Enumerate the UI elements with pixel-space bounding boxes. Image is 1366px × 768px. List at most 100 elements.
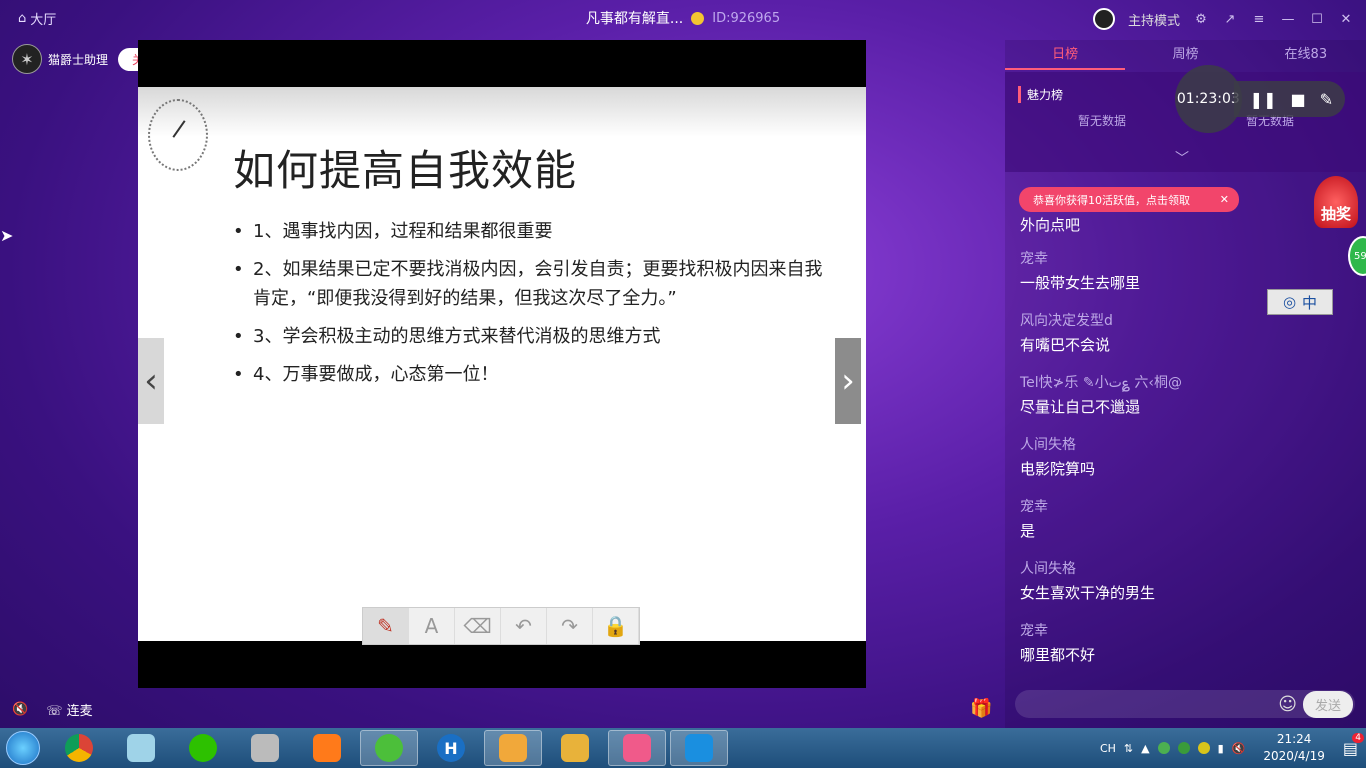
windows-logo-icon (6, 731, 40, 765)
ime-indicator[interactable]: ◎ 中 (1267, 289, 1333, 315)
slide-title: 如何提高自我效能 (233, 146, 578, 195)
chat-user[interactable]: 人间失格 (1020, 558, 1340, 582)
taskbar-chrome[interactable] (50, 730, 108, 766)
chat-text: 哪里都不好 (1020, 646, 1096, 664)
clock-date: 2020/4/19 (1263, 749, 1325, 763)
share-icon[interactable]: ↗ (1222, 12, 1238, 27)
phone-icon: ☏ (46, 704, 63, 719)
settings-icon[interactable]: ⚙ (1193, 12, 1209, 27)
undo-icon[interactable]: ↶ (501, 608, 547, 644)
next-slide-button[interactable]: › (835, 338, 861, 424)
notification-icon[interactable]: ▤ 4 (1343, 732, 1364, 758)
chat-message: 人间失格女生喜欢干净的男生 (1020, 558, 1340, 620)
chrome-icon (65, 734, 93, 762)
chat-user[interactable]: 宠幸 (1020, 496, 1340, 520)
tab-daily[interactable]: 日榜 (1005, 40, 1126, 70)
coin-icon (691, 11, 705, 25)
chat-input[interactable]: ☺ 发送 (1015, 690, 1355, 718)
text-tool-icon[interactable]: A (409, 608, 455, 644)
record-timer: 01:23:03 (1175, 65, 1242, 133)
speaker-mute-icon[interactable]: 🔇 (12, 702, 28, 717)
chevron-down-icon[interactable]: ﹀ (1175, 148, 1189, 168)
shield-icon[interactable] (1177, 742, 1190, 754)
stop-icon[interactable]: ■ (1290, 90, 1305, 109)
taskbar-app-green[interactable] (360, 730, 418, 766)
rank-label: 魅力榜 (1018, 86, 1063, 103)
chat-user[interactable]: 人间失格 (1020, 434, 1340, 458)
taskbar-app-orange[interactable] (298, 730, 356, 766)
room-title: 凡事都有解直... (585, 11, 684, 27)
avatar-app-icon (499, 734, 527, 762)
start-button[interactable] (0, 728, 46, 768)
mode-label[interactable]: 主持模式 (1128, 10, 1180, 29)
chat-message: 人间失格 电影院算吗 (1020, 434, 1340, 496)
emoji-icon[interactable]: ☺ (1278, 694, 1297, 715)
camera-icon (251, 734, 279, 762)
brush-icon[interactable]: ✎ (363, 608, 409, 644)
chat-text: 电影院算吗 (1020, 460, 1096, 478)
chat-message: 宠幸是 (1020, 496, 1340, 558)
app-green-icon (375, 734, 403, 762)
chat-list: 外向点吧 宠幸 一般带女生去哪里 风向决定发型d 有嘴巴不会说 Tel快≯乐 ✎小ت… (1020, 214, 1340, 682)
menu-icon[interactable]: ≡ (1251, 12, 1267, 27)
connect-mic-button[interactable]: ☏ 连麦 (46, 700, 92, 719)
chat-message: Tel快≯乐 ✎小ت؏ 六‹桐@ 尽量让自己不邋遢 (1020, 372, 1340, 434)
room-id: ID:926965 (712, 10, 781, 26)
tray-arrow-icon[interactable]: ▲ (1141, 742, 1149, 755)
no-data-text: 暂无数据 (1078, 114, 1127, 128)
slide-bullet: 3、学会积极主动的思维方式来替代消极的思维方式 (233, 322, 833, 351)
chat-text: 尽量让自己不邋遢 (1020, 398, 1141, 416)
send-button[interactable]: 发送 (1302, 690, 1353, 718)
chat-user[interactable]: 宠幸 (1020, 620, 1340, 644)
ime-label: 中 (1302, 293, 1318, 312)
slide-bullet: 2、如果结果已定不要找消极内因，会引发自责；更要找积极内因来自我肯定，“即便我没… (233, 255, 833, 313)
eraser-icon[interactable]: ⌫ (455, 608, 501, 644)
taskbar-app-video[interactable] (670, 730, 728, 766)
chevron-left-icon: ‹ (144, 361, 158, 401)
connect-label: 连麦 (66, 704, 93, 719)
lottery-button[interactable]: 抽奖 (1314, 176, 1358, 228)
notes-icon (127, 734, 155, 762)
lock-icon[interactable]: 🔒 (593, 608, 639, 644)
system-tray: CH ⇅ ▲ ▮ 🔇 21:24 2020/4/19 ▤ 4 (1100, 730, 1364, 766)
chevron-right-icon: › (841, 361, 855, 401)
chat-user[interactable]: 宠幸 (1020, 248, 1340, 272)
taskbar-app-avatar[interactable] (484, 730, 542, 766)
presentation-stage: 如何提高自我效能 1、遇事找内因，过程和结果都很重要 2、如果结果已定不要找消极… (138, 40, 866, 688)
taskbar-wechat[interactable] (174, 730, 232, 766)
pen-icon[interactable]: ✎ (1320, 90, 1333, 109)
chat-user[interactable]: Tel快≯乐 ✎小ت؏ 六‹桐@ (1020, 372, 1340, 396)
prev-slide-button[interactable]: ‹ (138, 338, 164, 424)
whiteboard-toolbar: ✎ A ⌫ ↶ ↷ 🔒 (362, 607, 640, 645)
close-icon[interactable]: ✕ (1338, 12, 1354, 27)
battery-icon[interactable]: ▮ (1218, 742, 1224, 755)
clock[interactable]: 21:24 2020/4/19 (1263, 731, 1325, 765)
chat-app-icon (623, 734, 651, 762)
taskbar-notes[interactable] (112, 730, 170, 766)
chat-message: 风向决定发型d 有嘴巴不会说 (1020, 310, 1340, 372)
reward-banner[interactable]: 恭喜你获得10活跃值，点击领取 ✕ (1019, 187, 1239, 212)
chat-text: 是 (1020, 522, 1036, 540)
user-avatar[interactable] (1092, 8, 1115, 30)
redo-icon[interactable]: ↷ (547, 608, 593, 644)
chat-text: 女生喜欢干净的男生 (1020, 584, 1156, 602)
pause-icon[interactable]: ❚❚ (1250, 90, 1277, 109)
gift-icon[interactable]: 🎁 (970, 698, 992, 719)
maximize-icon[interactable]: ☐ (1309, 12, 1325, 27)
host-avatar[interactable]: ✶ (12, 44, 42, 74)
tray-app-icon[interactable] (1157, 742, 1170, 754)
reward-text: 恭喜你获得10活跃值，点击领取 (1033, 193, 1190, 207)
window-controls: 主持模式 ⚙ ↗ ≡ — ☐ ✕ (1092, 8, 1354, 30)
network-icon[interactable]: ⇅ (1124, 742, 1133, 755)
volume-mute-icon[interactable]: 🔇 (1232, 742, 1246, 755)
taskbar-app-h[interactable]: H (422, 730, 480, 766)
slide-bullets: 1、遇事找内因，过程和结果都很重要 2、如果结果已定不要找消极内因，会引发自责；… (233, 217, 833, 398)
taskbar-camera[interactable] (236, 730, 294, 766)
cat-app-icon (561, 734, 589, 762)
taskbar-app-chat[interactable] (608, 730, 666, 766)
tray-plus-icon[interactable] (1197, 742, 1210, 754)
minimize-icon[interactable]: — (1280, 12, 1296, 27)
taskbar-app-cat[interactable] (546, 730, 604, 766)
close-icon[interactable]: ✕ (1220, 193, 1229, 206)
lang-indicator[interactable]: CH (1100, 742, 1116, 755)
